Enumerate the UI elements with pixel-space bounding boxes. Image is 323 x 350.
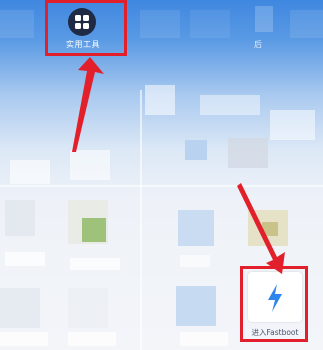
annotation-arrows	[72, 57, 285, 274]
arrow-up	[72, 57, 104, 152]
arrow-down	[237, 183, 285, 274]
